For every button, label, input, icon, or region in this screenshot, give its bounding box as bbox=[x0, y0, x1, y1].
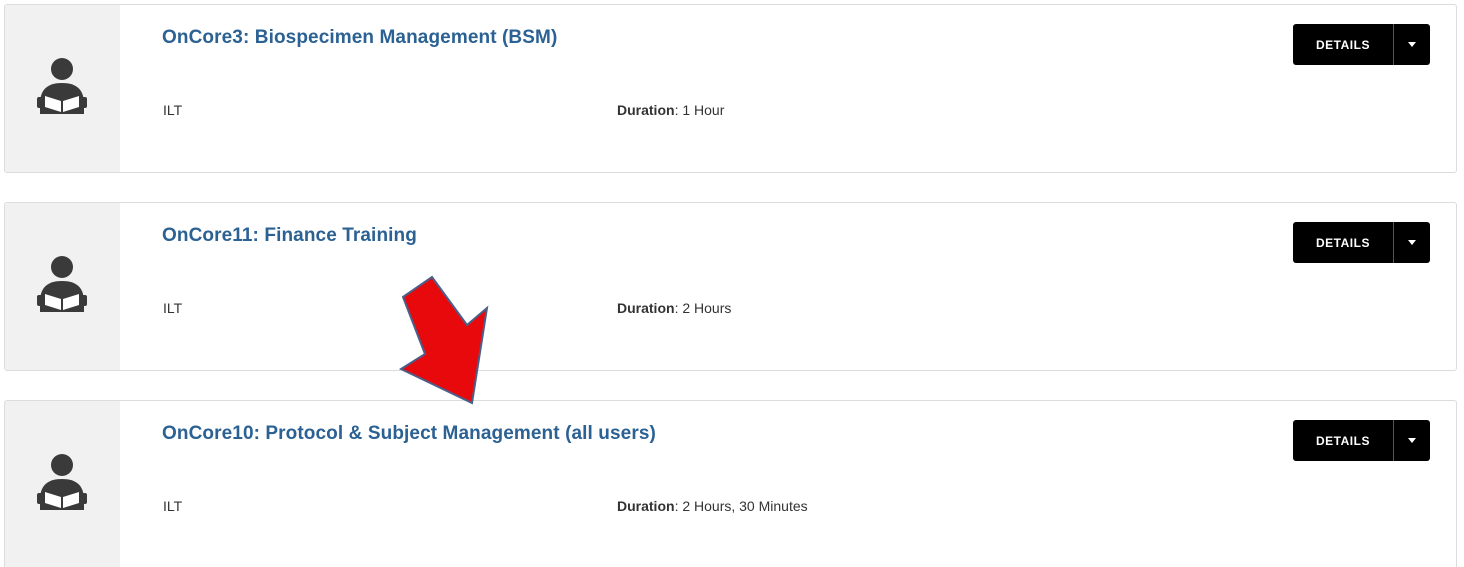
caret-down-icon bbox=[1408, 42, 1416, 47]
course-card: OnCore11: Finance Training ILT Duration:… bbox=[4, 202, 1457, 371]
course-icon-column bbox=[5, 401, 120, 567]
course-duration: Duration: 1 Hour bbox=[617, 102, 724, 118]
details-dropdown-button[interactable] bbox=[1394, 24, 1430, 65]
course-duration: Duration: 2 Hours, 30 Minutes bbox=[617, 498, 808, 514]
course-duration: Duration: 2 Hours bbox=[617, 300, 731, 316]
course-type: ILT bbox=[163, 498, 183, 514]
course-card: OnCore3: Biospecimen Management (BSM) IL… bbox=[4, 4, 1457, 173]
duration-label: Duration bbox=[617, 300, 675, 316]
details-button-group: DETAILS bbox=[1293, 24, 1430, 65]
course-type: ILT bbox=[163, 300, 183, 316]
duration-value: : 2 Hours, 30 Minutes bbox=[674, 498, 808, 514]
reader-icon bbox=[37, 454, 87, 510]
duration-label: Duration bbox=[617, 498, 675, 514]
reader-icon bbox=[37, 58, 87, 114]
details-button[interactable]: DETAILS bbox=[1293, 222, 1394, 263]
details-button[interactable]: DETAILS bbox=[1293, 420, 1394, 461]
red-arrow-annotation-icon bbox=[398, 275, 489, 405]
details-dropdown-button[interactable] bbox=[1394, 222, 1430, 263]
duration-value: : 2 Hours bbox=[674, 300, 732, 316]
details-button[interactable]: DETAILS bbox=[1293, 24, 1394, 65]
duration-label: Duration bbox=[617, 102, 675, 118]
course-type: ILT bbox=[163, 102, 183, 118]
details-dropdown-button[interactable] bbox=[1394, 420, 1430, 461]
caret-down-icon bbox=[1408, 438, 1416, 443]
details-button-group: DETAILS bbox=[1293, 420, 1430, 461]
course-card: OnCore10: Protocol & Subject Management … bbox=[4, 400, 1457, 567]
course-title[interactable]: OnCore10: Protocol & Subject Management … bbox=[162, 423, 656, 445]
course-icon-column bbox=[5, 203, 120, 370]
caret-down-icon bbox=[1408, 240, 1416, 245]
duration-value: : 1 Hour bbox=[674, 102, 725, 118]
course-title[interactable]: OnCore11: Finance Training bbox=[162, 225, 417, 247]
details-button-group: DETAILS bbox=[1293, 222, 1430, 263]
course-list: OnCore3: Biospecimen Management (BSM) IL… bbox=[0, 0, 1464, 567]
course-title[interactable]: OnCore3: Biospecimen Management (BSM) bbox=[162, 27, 557, 49]
course-icon-column bbox=[5, 5, 120, 172]
reader-icon bbox=[37, 256, 87, 312]
